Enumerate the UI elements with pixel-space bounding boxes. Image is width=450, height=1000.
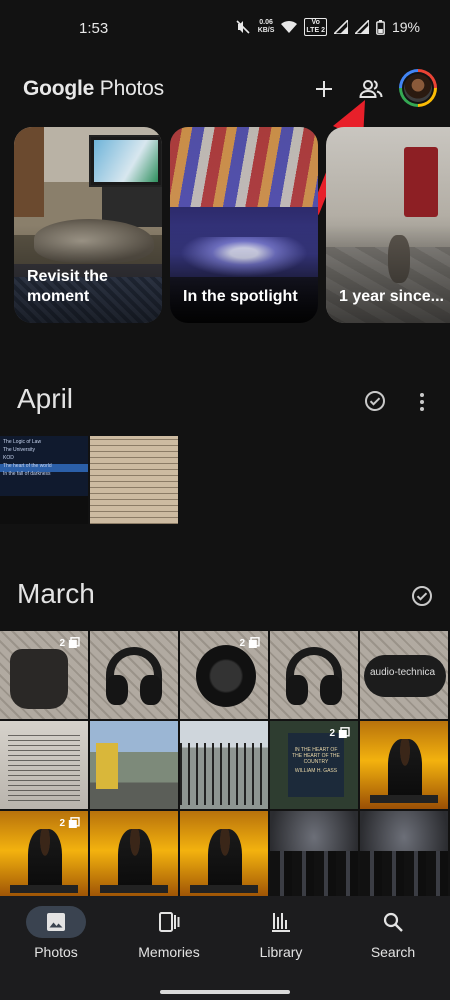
section-title-april: April — [17, 383, 74, 414]
net-speed-value: 0.06 — [259, 19, 273, 26]
photo-thumbnail[interactable]: The Logic of Law The University KOD The … — [0, 436, 88, 524]
photo-thumbnail[interactable]: 2 — [0, 811, 88, 899]
more-options-button[interactable] — [410, 390, 434, 414]
stack-icon — [338, 727, 350, 738]
stack-badge: 2 — [59, 817, 80, 829]
network-speed: 0.06 KB/S — [258, 19, 275, 35]
stack-icon — [68, 817, 80, 828]
memory-card[interactable]: In the spotlight — [170, 127, 318, 323]
stack-badge: 2 — [59, 637, 80, 649]
photo-thumbnail[interactable] — [90, 631, 178, 719]
photo-thumbnail[interactable] — [270, 631, 358, 719]
nav-item-photos[interactable]: Photos — [6, 906, 106, 968]
status-bar: 1:53 0.06 KB/S Vo LTE 2 19% — [0, 0, 450, 56]
photo-thumbnail[interactable] — [90, 436, 178, 524]
photo-thumbnail[interactable] — [0, 721, 88, 809]
nav-label: Search — [370, 944, 416, 960]
nav-item-memories[interactable]: Memories — [119, 906, 219, 968]
nav-item-search[interactable]: Search — [343, 906, 443, 968]
app-logo: Google Photos — [23, 77, 164, 101]
photo-thumbnail[interactable] — [360, 811, 448, 899]
check-circle-icon — [365, 391, 385, 411]
net-speed-unit: KB/S — [257, 27, 275, 34]
wifi-icon — [281, 20, 298, 34]
memory-label: In the spotlight — [183, 288, 298, 305]
account-avatar[interactable] — [399, 69, 437, 107]
select-all-april-button[interactable] — [363, 389, 387, 413]
section-title-march: March — [17, 578, 95, 609]
volte-top: Vo — [311, 19, 320, 26]
memories-carousel[interactable]: Revisit the moment In the spotlight 1 ye… — [14, 127, 450, 323]
poster-author: WILLIAM H. GASS — [294, 768, 338, 774]
app-header: Google Photos — [0, 60, 450, 118]
memory-card[interactable]: Revisit the moment — [14, 127, 162, 323]
thumb-text: In the fall of darkness — [3, 471, 51, 477]
logo-brand: Google — [23, 77, 95, 100]
nav-label: Library — [259, 944, 303, 960]
photo-thumbnail[interactable]: audio-technica — [360, 631, 448, 719]
search-icon — [383, 912, 403, 932]
thumb-text: The Logic of Law — [3, 439, 42, 445]
library-icon — [272, 913, 290, 932]
volte-indicator: Vo LTE 2 — [304, 18, 327, 36]
battery-icon — [376, 19, 385, 35]
signal-icon-1 — [333, 20, 348, 34]
signal-icon-2 — [354, 20, 369, 34]
photo-thumbnail[interactable]: IN THE HEART OF THE HEART OF THE COUNTRY… — [270, 721, 358, 809]
photo-thumbnail[interactable] — [90, 811, 178, 899]
memory-label: 1 year since... — [339, 288, 444, 305]
volte-bottom: LTE 2 — [306, 27, 325, 34]
memory-card[interactable]: 1 year since... — [326, 127, 450, 323]
nav-label: Memories — [138, 944, 200, 960]
photo-thumbnail[interactable] — [270, 811, 358, 899]
brand-text: audio-technica — [370, 667, 436, 678]
mute-vibrate-icon — [235, 19, 251, 35]
thumb-text: The heart of the world — [3, 463, 52, 469]
avatar-image — [404, 74, 432, 102]
photo-thumbnail[interactable] — [180, 721, 268, 809]
stack-badge: 2 — [329, 727, 350, 739]
status-icons: 0.06 KB/S Vo LTE 2 19% — [235, 18, 420, 36]
memory-label: Revisit the moment — [27, 268, 108, 305]
stack-badge: 2 — [239, 637, 260, 649]
memories-icon — [159, 912, 180, 932]
select-all-march-button[interactable] — [410, 584, 434, 608]
logo-product: Photos — [99, 77, 164, 100]
stack-icon — [248, 637, 260, 648]
home-indicator[interactable] — [160, 990, 290, 994]
nav-item-library[interactable]: Library — [231, 906, 331, 968]
thumb-text: KOD — [3, 455, 14, 461]
nav-label: Photos — [34, 944, 78, 960]
poster-title: IN THE HEART OF THE HEART OF THE COUNTRY — [292, 747, 340, 765]
photo-thumbnail[interactable] — [360, 721, 448, 809]
stack-icon — [68, 637, 80, 648]
photo-thumbnail[interactable] — [90, 721, 178, 809]
photo-thumbnail[interactable]: 2 — [0, 631, 88, 719]
photo-thumbnail[interactable] — [180, 811, 268, 899]
battery-percent: 19% — [391, 19, 420, 35]
photo-thumbnail[interactable]: 2 — [180, 631, 268, 719]
photo-icon — [47, 913, 65, 931]
bottom-navigation: Photos Memories Library Search — [0, 896, 450, 1000]
status-time: 1:53 — [79, 20, 109, 37]
thumb-text: The University — [3, 447, 35, 453]
check-circle-icon — [412, 586, 432, 606]
